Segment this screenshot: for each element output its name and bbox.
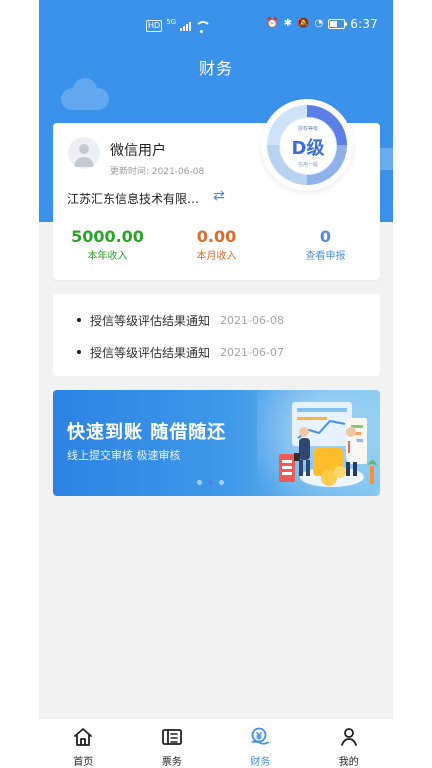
annual-income-label: 本年收入 — [87, 251, 128, 262]
bluetooth-icon: ✱ — [283, 18, 293, 29]
business-illustration — [279, 402, 377, 487]
credit-grade-value: D级 — [291, 138, 325, 159]
tab-label-finance: 财务 — [250, 757, 271, 768]
notice-title: 授信等级评估结果通知 — [90, 313, 211, 328]
banner-title: 快速到账 随借随还 — [67, 422, 227, 443]
credit-grade-badge[interactable]: 授权等级 D级 信用一般 — [261, 99, 353, 191]
right-margin — [393, 0, 432, 768]
tab-label-mine: 我的 — [338, 757, 359, 768]
username: 微信用户 — [110, 143, 166, 159]
home-icon — [74, 728, 93, 746]
tab-finance[interactable]: 财务 — [216, 719, 305, 768]
mute-icon: 🔕 — [297, 18, 310, 29]
network-type: 5G — [166, 18, 177, 26]
status-bar: HD 5G ⏰ ✱ 🔕 ◔ 6:37 — [39, 0, 393, 50]
declaration-count: 0 — [319, 227, 332, 246]
page-title: 财务 — [198, 59, 233, 78]
carousel-dot[interactable] — [197, 480, 202, 485]
monthly-income-metric: 0.00 本月收入 — [162, 227, 271, 263]
finance-screen: HD 5G ⏰ ✱ 🔕 ◔ 6:37 财务 微信用户 更新时间: 2021-06… — [39, 0, 393, 768]
tab-ticket[interactable]: 票务 — [128, 719, 217, 768]
bullet-icon — [77, 350, 81, 354]
signal-icon — [180, 21, 192, 31]
tab-label-ticket: 票务 — [161, 757, 182, 768]
credit-grade-title: 授权等级 — [297, 126, 318, 132]
status-network-group: HD 5G — [146, 18, 212, 34]
annual-income-value: 5000.00 — [71, 227, 144, 246]
banner-carousel-dots — [197, 480, 224, 485]
left-margin — [0, 0, 39, 768]
notice-item[interactable]: 授信等级评估结果通知 2021-06-08 — [77, 312, 284, 328]
bottom-tab-bar: 首页 票务 财务 我的 — [39, 718, 393, 768]
notice-card: 授信等级评估结果通知 2021-06-08 授信等级评估结果通知 2021-06… — [53, 294, 380, 376]
notice-title: 授信等级评估结果通知 — [90, 345, 211, 360]
avatar[interactable] — [68, 137, 100, 169]
credit-grade-note: 信用一般 — [297, 162, 318, 168]
update-time: 更新时间: 2021-06-08 — [110, 167, 205, 177]
battery-icon — [328, 19, 348, 29]
notice-date: 2021-06-07 — [220, 345, 284, 359]
carousel-dot[interactable] — [219, 480, 224, 485]
finance-icon — [251, 727, 270, 745]
ticket-icon — [161, 729, 182, 745]
hd-badge: HD — [146, 20, 163, 32]
switch-company-icon[interactable]: ⇄ — [213, 188, 225, 204]
wifi-icon — [195, 20, 212, 33]
tab-label-home: 首页 — [73, 757, 94, 768]
promo-banner[interactable]: 快速到账 随借随还 线上提交审核 极速审核 — [53, 390, 380, 496]
declaration-metric[interactable]: 0 查看申报 — [271, 227, 380, 263]
credit-grade-center: 授权等级 D级 信用一般 — [279, 117, 337, 175]
income-metrics: 5000.00 本年收入 0.00 本月收入 0 查看申报 — [53, 227, 380, 263]
speed-icon: ◔ — [314, 18, 324, 29]
user-icon — [340, 728, 357, 746]
monthly-income-label: 本月收入 — [196, 251, 237, 262]
banner-subtitle: 线上提交审核 极速审核 — [67, 449, 181, 462]
status-system-group: ⏰ ✱ 🔕 ◔ 6:37 — [266, 17, 378, 31]
notice-item[interactable]: 授信等级评估结果通知 2021-06-07 — [77, 344, 284, 360]
annual-income-metric: 5000.00 本年收入 — [53, 227, 162, 263]
bullet-icon — [77, 318, 81, 322]
battery-level-fill — [330, 21, 338, 27]
cloud-decoration-left — [61, 78, 109, 110]
monthly-income-value: 0.00 — [196, 227, 237, 246]
tab-home[interactable]: 首页 — [39, 719, 128, 768]
view-declaration-link[interactable]: 查看申报 — [271, 251, 380, 263]
alarm-icon: ⏰ — [266, 18, 279, 29]
company-name[interactable]: 江苏汇东信息技术有限… — [67, 190, 237, 207]
tab-mine[interactable]: 我的 — [305, 719, 394, 768]
notice-date: 2021-06-08 — [220, 313, 284, 327]
carousel-dot-active[interactable] — [208, 480, 213, 485]
status-time: 6:37 — [350, 17, 378, 31]
